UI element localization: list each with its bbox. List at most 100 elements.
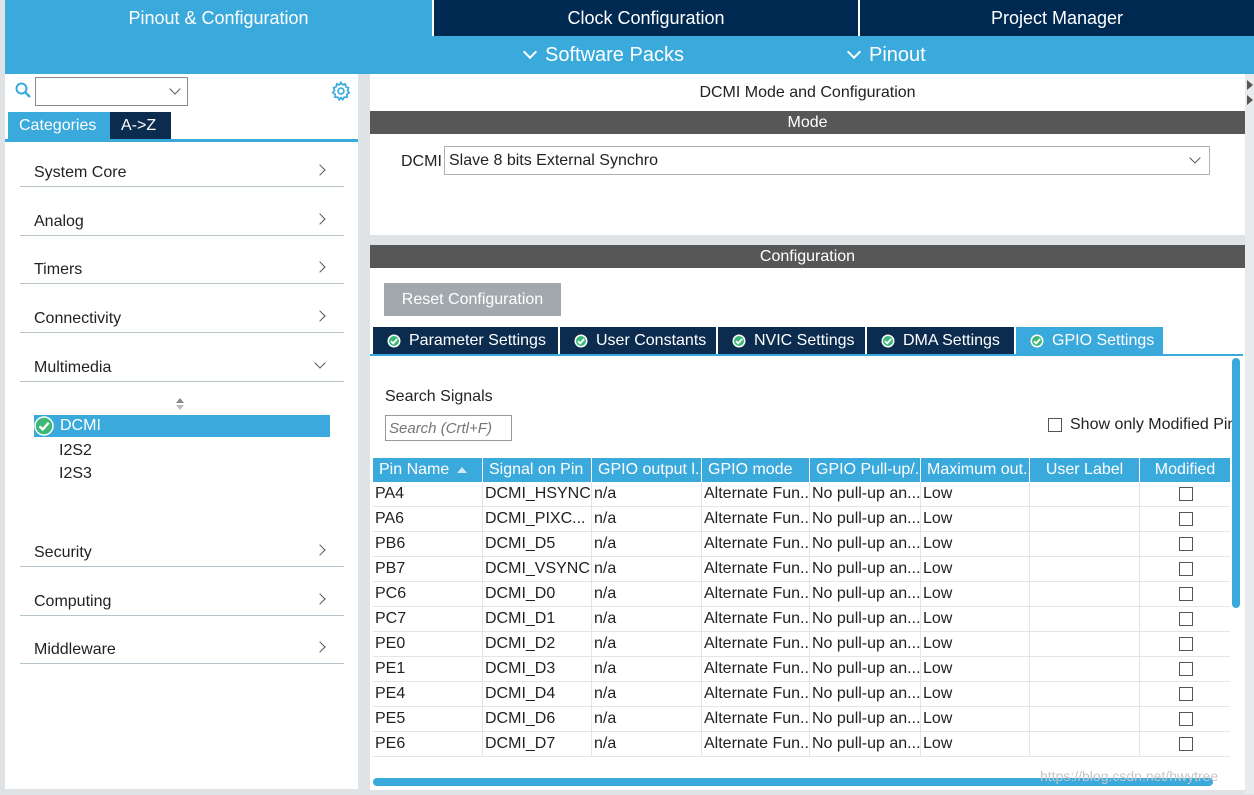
table-row[interactable]: PA4 DCMI_HSYNC n/a Alternate Fun... No pull-… <box>373 482 1230 507</box>
chevron-right-icon <box>314 593 326 605</box>
software-packs-label: Software Packs <box>545 43 684 66</box>
software-packs-menu[interactable]: Software Packs <box>522 36 684 74</box>
table-row[interactable]: PE1 DCMI_D3 n/a Alternate Fun... No pull-up … <box>373 657 1230 682</box>
user-label-cell[interactable] <box>1030 557 1140 581</box>
tab-categories[interactable]: Categories <box>8 112 110 139</box>
table-row[interactable]: PC6 DCMI_D0 n/a Alternate Fun... No pull-up … <box>373 582 1230 607</box>
search-signals-input[interactable] <box>385 415 512 441</box>
column-header-pin-name[interactable]: Pin Name <box>373 458 483 482</box>
tab-user-constants[interactable]: User Constants <box>560 327 716 354</box>
table-row[interactable]: PE4 DCMI_D4 n/a Alternate Fun... No pull-up … <box>373 682 1230 707</box>
tab-clock-configuration[interactable]: Clock Configuration <box>432 0 858 36</box>
tab-a-z[interactable]: A->Z <box>110 112 171 139</box>
check-circle-icon <box>881 334 895 347</box>
max-output-speed-cell: Low <box>921 482 1030 506</box>
category-system-core[interactable]: System Core <box>20 151 344 187</box>
modified-checkbox[interactable] <box>1179 537 1193 551</box>
arrow-right-icon[interactable] <box>1247 95 1253 105</box>
table-row[interactable]: PB7 DCMI_VSYNC n/a Alternate Fun... No pull-… <box>373 557 1230 582</box>
user-label-cell[interactable] <box>1030 507 1140 531</box>
chevron-down-icon <box>1189 152 1201 164</box>
reset-configuration-button[interactable]: Reset Configuration <box>384 283 561 316</box>
multimedia-item-i2s2[interactable]: I2S2 <box>59 440 92 462</box>
column-header-user-label[interactable]: User Label <box>1030 458 1140 482</box>
table-row[interactable]: PB6 DCMI_D5 n/a Alternate Fun... No pull-up … <box>373 532 1230 557</box>
column-header-maximum-output-speed[interactable]: Maximum out... <box>921 458 1030 482</box>
show-only-modified-checkbox[interactable]: Show only Modified Pin <box>1048 416 1236 434</box>
user-label-cell[interactable] <box>1030 682 1140 706</box>
pin-name-cell: PE6 <box>373 732 483 756</box>
tab-nvic-settings[interactable]: NVIC Settings <box>718 327 865 354</box>
category-label: Multimedia <box>34 359 112 376</box>
vertical-scrollbar[interactable] <box>1232 358 1240 608</box>
chevron-down-icon <box>169 83 181 95</box>
modified-checkbox[interactable] <box>1179 587 1193 601</box>
user-label-cell[interactable] <box>1030 607 1140 631</box>
user-label-cell[interactable] <box>1030 707 1140 731</box>
table-row[interactable]: PE6 DCMI_D7 n/a Alternate Fun... No pull-up … <box>373 732 1230 757</box>
item-label: DCMI <box>60 417 101 434</box>
table-row[interactable]: PC7 DCMI_D1 n/a Alternate Fun... No pull-up … <box>373 607 1230 632</box>
modified-checkbox[interactable] <box>1179 662 1193 676</box>
arrow-right-icon[interactable] <box>1247 80 1253 90</box>
table-body: PA4 DCMI_HSYNC n/a Alternate Fun... No pull-… <box>373 482 1230 757</box>
user-label-cell[interactable] <box>1030 582 1140 606</box>
user-label-cell[interactable] <box>1030 482 1140 506</box>
column-header-gpio-output-level[interactable]: GPIO output l... <box>592 458 702 482</box>
modified-cell <box>1140 732 1230 756</box>
dcmi-mode-select[interactable]: Slave 8 bits External Synchro <box>444 146 1210 175</box>
max-output-speed-cell: Low <box>921 732 1030 756</box>
table-row[interactable]: PA6 DCMI_PIXC... n/a Alternate Fun... No pul… <box>373 507 1230 532</box>
category-timers[interactable]: Timers <box>20 248 344 284</box>
multimedia-item-dcmi[interactable]: DCMI <box>34 415 330 437</box>
tab-label: User Constants <box>596 331 707 349</box>
gpio-mode-cell: Alternate Fun... <box>702 732 810 756</box>
modified-checkbox[interactable] <box>1179 487 1193 501</box>
gpio-output-level-cell: n/a <box>592 557 702 581</box>
table-row[interactable]: PE5 DCMI_D6 n/a Alternate Fun... No pull-up … <box>373 707 1230 732</box>
search-icon[interactable] <box>15 82 31 98</box>
gear-icon[interactable] <box>330 80 352 102</box>
column-header-gpio-mode[interactable]: GPIO mode <box>702 458 810 482</box>
tab-pinout-configuration[interactable]: Pinout & Configuration <box>5 0 432 36</box>
category-computing[interactable]: Computing <box>20 580 344 616</box>
user-label-cell[interactable] <box>1030 532 1140 556</box>
sort-icon[interactable] <box>175 397 185 411</box>
mode-panel: DCMI Mode and Configuration Mode DCMI Sl… <box>370 74 1245 235</box>
max-output-speed-cell: Low <box>921 532 1030 556</box>
gpio-mode-cell: Alternate Fun... <box>702 682 810 706</box>
gpio-pull-cell: No pull-up an... <box>810 707 921 731</box>
modified-checkbox[interactable] <box>1179 737 1193 751</box>
user-label-cell[interactable] <box>1030 732 1140 756</box>
gpio-output-level-cell: n/a <box>592 657 702 681</box>
category-analog[interactable]: Analog <box>20 200 344 236</box>
column-header-signal[interactable]: Signal on Pin <box>483 458 592 482</box>
multimedia-item-i2s3[interactable]: I2S3 <box>59 463 92 485</box>
modified-checkbox[interactable] <box>1179 687 1193 701</box>
tab-project-manager[interactable]: Project Manager <box>858 0 1254 36</box>
modified-checkbox[interactable] <box>1179 562 1193 576</box>
chevron-down-icon <box>846 44 862 60</box>
gpio-pull-cell: No pull-up an... <box>810 632 921 656</box>
category-multimedia[interactable]: Multimedia <box>20 346 344 382</box>
category-security[interactable]: Security <box>20 531 344 567</box>
pinout-menu[interactable]: Pinout <box>846 36 926 74</box>
configuration-panel: Configuration Reset Configuration Parame… <box>370 245 1245 790</box>
category-middleware[interactable]: Middleware <box>20 628 344 664</box>
user-label-cell[interactable] <box>1030 632 1140 656</box>
modified-checkbox[interactable] <box>1179 612 1193 626</box>
category-connectivity[interactable]: Connectivity <box>20 297 344 333</box>
modified-checkbox[interactable] <box>1179 512 1193 526</box>
column-header-modified[interactable]: Modified <box>1140 458 1230 482</box>
tab-gpio-settings[interactable]: GPIO Settings <box>1016 327 1163 354</box>
tab-dma-settings[interactable]: DMA Settings <box>867 327 1014 354</box>
modified-checkbox[interactable] <box>1179 712 1193 726</box>
user-label-cell[interactable] <box>1030 657 1140 681</box>
checkbox-icon[interactable] <box>1048 418 1062 432</box>
chevron-right-icon <box>314 164 326 176</box>
column-header-gpio-pull[interactable]: GPIO Pull-up/... <box>810 458 921 482</box>
search-combo[interactable] <box>35 77 188 106</box>
table-row[interactable]: PE0 DCMI_D2 n/a Alternate Fun... No pull-up … <box>373 632 1230 657</box>
tab-parameter-settings[interactable]: Parameter Settings <box>373 327 558 354</box>
modified-checkbox[interactable] <box>1179 637 1193 651</box>
